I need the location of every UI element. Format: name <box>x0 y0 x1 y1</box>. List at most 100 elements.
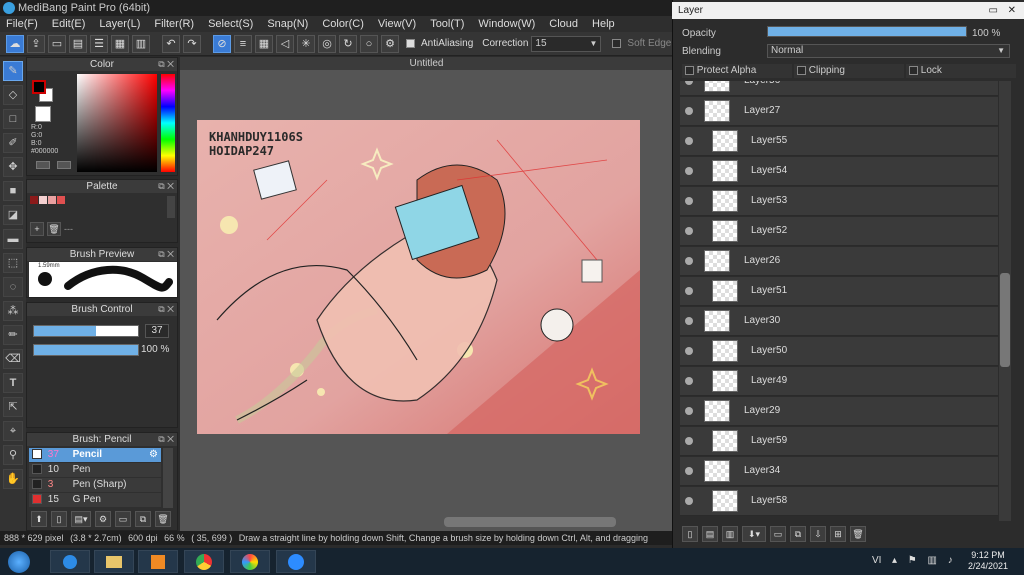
undo-icon[interactable]: ↶ <box>162 34 180 53</box>
move-tool-icon[interactable]: ✥ <box>3 157 23 177</box>
menu-window[interactable]: Window(W) <box>472 16 543 32</box>
folder-icon[interactable]: ▭ <box>115 511 131 527</box>
snap-parallel-icon[interactable]: ≡ <box>234 34 252 53</box>
taskbar-zoom-icon[interactable] <box>276 550 316 573</box>
artwork-canvas[interactable]: KHANHDUY1106S HOIDAP247 <box>197 120 640 434</box>
brush-list-item-pen-sharp[interactable]: 3 Pen (Sharp) <box>29 478 161 492</box>
menu-color[interactable]: Color(C) <box>316 16 372 32</box>
operation-tool-icon[interactable]: ⇱ <box>3 397 23 417</box>
brush-list-scrollbar[interactable] <box>163 448 173 508</box>
layer-row[interactable]: Layer49 <box>680 367 998 396</box>
add-brush-icon[interactable]: ⬆ <box>31 511 47 527</box>
eye-icon[interactable] <box>685 317 693 325</box>
lasso-tool-icon[interactable]: ◌ <box>3 277 23 297</box>
brush-tool-icon[interactable]: ✎ <box>3 61 23 81</box>
eye-icon[interactable] <box>685 347 693 355</box>
eye-icon[interactable] <box>685 437 693 445</box>
start-button[interactable] <box>8 551 30 573</box>
snap-ellipse-icon[interactable]: ○ <box>360 34 378 53</box>
eye-icon[interactable] <box>685 407 693 415</box>
menu-cloud[interactable]: Cloud <box>543 16 586 32</box>
menu-layer[interactable]: Layer(L) <box>93 16 148 32</box>
lock-checkbox[interactable] <box>909 65 918 75</box>
taskbar-explorer-icon[interactable] <box>94 550 134 573</box>
trash-icon[interactable]: 🗑 <box>47 222 61 236</box>
gear-icon[interactable]: ⚙ <box>149 448 158 462</box>
layer-row[interactable]: Layer29 <box>680 397 998 426</box>
lock-toggle[interactable]: Lock <box>906 64 1016 78</box>
eye-icon[interactable] <box>685 497 693 505</box>
add-palette-icon[interactable]: + <box>30 222 44 236</box>
language-indicator[interactable]: VI <box>872 555 881 566</box>
layer-scroll-thumb[interactable] <box>1000 273 1010 367</box>
duplicate-icon[interactable]: ⧉ <box>135 511 151 527</box>
saturation-value-picker[interactable] <box>77 74 157 172</box>
layer-row[interactable]: Layer50 <box>680 337 998 366</box>
comment-icon[interactable]: ▭ <box>48 34 66 53</box>
layer-row[interactable]: Layer34 <box>680 457 998 486</box>
bucket-tool-icon[interactable]: ◪ <box>3 205 23 225</box>
palette-scrollbar[interactable] <box>167 196 175 218</box>
clipping-checkbox[interactable] <box>797 65 806 75</box>
eyedropper2-tool-icon[interactable]: ⚲ <box>3 445 23 465</box>
palette-swatch[interactable] <box>48 196 56 204</box>
menu-filter[interactable]: Filter(R) <box>148 16 202 32</box>
layer-row[interactable]: Layer56 <box>680 81 998 96</box>
new-layer-icon[interactable]: ▯ <box>682 526 698 542</box>
clock-time[interactable]: 9:12 PM <box>968 550 1008 561</box>
hand-tool-icon[interactable]: ✋ <box>3 469 23 489</box>
brush-size-value[interactable]: 37 <box>145 324 169 338</box>
eye-icon[interactable] <box>685 137 693 145</box>
palette-swatch[interactable] <box>39 196 47 204</box>
brush-menu-icon[interactable]: ▤▾ <box>71 511 91 527</box>
menu-tool[interactable]: Tool(T) <box>424 16 472 32</box>
snap-perspective-icon[interactable]: ◁ <box>276 34 294 53</box>
soft-edge-checkbox[interactable] <box>612 39 622 48</box>
dot-tool-icon[interactable]: □ <box>3 109 23 129</box>
protect-alpha-checkbox[interactable] <box>685 65 694 75</box>
snap-curve-icon[interactable]: ↻ <box>339 34 357 53</box>
eye-icon[interactable] <box>685 167 693 175</box>
list-icon[interactable]: ☰ <box>90 34 108 53</box>
antialiasing-checkbox[interactable] <box>406 39 415 48</box>
eye-icon[interactable] <box>685 107 693 115</box>
layer-row[interactable]: Layer59 <box>680 427 998 456</box>
layer-row[interactable]: Layer52 <box>680 217 998 246</box>
panel-float-icon[interactable]: ⧉ ✕ <box>158 248 174 261</box>
tray-icons[interactable]: ▴ ⚑ ▥ ♪ <box>892 555 957 566</box>
redo-icon[interactable]: ↷ <box>183 34 201 53</box>
protect-alpha-toggle[interactable]: Protect Alpha <box>682 64 792 78</box>
text-tool-icon[interactable]: T <box>3 373 23 393</box>
correction-select[interactable]: 15 ▼ <box>531 35 602 52</box>
eye-icon[interactable] <box>685 377 693 385</box>
share-icon[interactable]: ⇪ <box>27 34 45 53</box>
brush-list-item-pen[interactable]: 10 Pen <box>29 463 161 477</box>
select-tool-icon[interactable]: ⬚ <box>3 253 23 273</box>
layer-row[interactable]: Layer54 <box>680 157 998 186</box>
document-tab[interactable]: Untitled <box>180 57 673 70</box>
eraser-tool-icon[interactable]: ◇ <box>3 85 23 105</box>
select-pen-tool-icon[interactable]: ✏ <box>3 325 23 345</box>
taskbar-medibang-icon[interactable] <box>230 550 270 573</box>
taskbar-ie-icon[interactable] <box>50 550 90 573</box>
panel-float-icon[interactable]: ⧉ ✕ <box>158 180 174 193</box>
folder-icon[interactable]: ▭ <box>770 526 786 542</box>
grid-icon[interactable]: ▥ <box>132 34 150 53</box>
brush-list-item-g-pen[interactable]: 15 G Pen <box>29 493 161 507</box>
eye-icon[interactable] <box>685 287 693 295</box>
layer-opacity-slider[interactable] <box>767 26 967 37</box>
menu-select[interactable]: Select(S) <box>202 16 261 32</box>
new-8bit-layer-icon[interactable]: ▥ <box>722 526 738 542</box>
brush-opacity-slider[interactable] <box>33 344 139 356</box>
minimize-icon[interactable]: ▭ <box>989 2 998 19</box>
layer-row[interactable]: Layer30 <box>680 307 998 336</box>
select-eraser-tool-icon[interactable]: ⌫ <box>3 349 23 369</box>
palette-swatch[interactable] <box>57 196 65 204</box>
snap-circle-icon[interactable]: ◎ <box>318 34 336 53</box>
panel-float-icon[interactable]: ⧉ ✕ <box>158 303 174 316</box>
brush-list-item-pencil[interactable]: 37 Pencil ⚙ <box>29 448 161 462</box>
layer-row[interactable]: Layer58 <box>680 487 998 516</box>
menu-file[interactable]: File(F) <box>0 16 46 32</box>
layer-list-scrollbar[interactable] <box>999 81 1011 521</box>
panel-float-icon[interactable]: ⧉ ✕ <box>158 58 174 71</box>
